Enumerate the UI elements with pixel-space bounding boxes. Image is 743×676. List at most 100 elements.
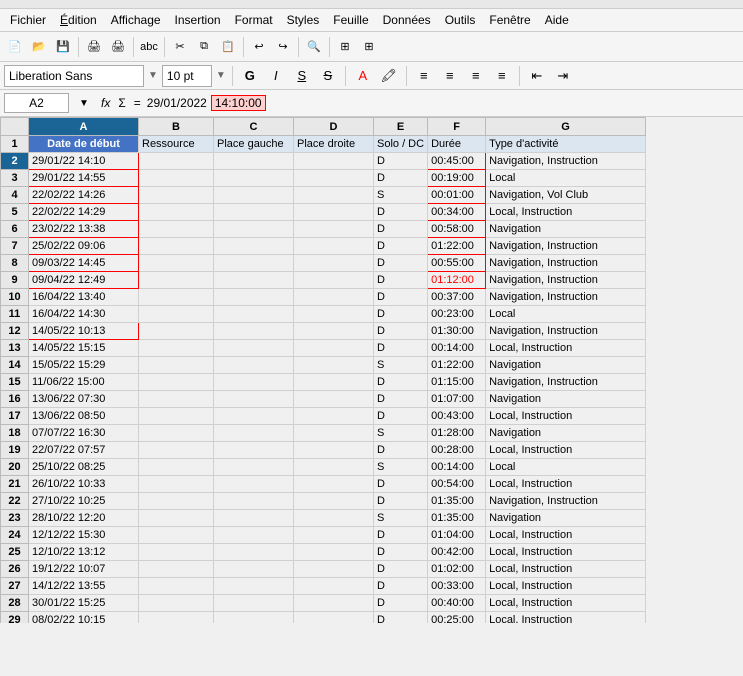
cell-r29-c4[interactable]	[294, 612, 374, 624]
cell-r19-c1[interactable]: 22/07/22 07:57	[29, 442, 139, 459]
cell-r3-c1[interactable]: 29/01/22 14:55	[29, 170, 139, 187]
strikethrough-button[interactable]: S	[317, 65, 339, 87]
cell-r8-c5[interactable]: D	[374, 255, 428, 272]
cell-r22-c5[interactable]: D	[374, 493, 428, 510]
cell-r26-c6[interactable]: 01:02:00	[428, 561, 486, 578]
cell-r24-c5[interactable]: D	[374, 527, 428, 544]
row-header-4[interactable]: 4	[1, 187, 29, 204]
indent-dec-button[interactable]: ⇤	[526, 65, 548, 87]
cell-r23-c2[interactable]	[139, 510, 214, 527]
cell-r1-c7[interactable]: Type d'activité	[486, 136, 646, 153]
cell-r20-c7[interactable]: Local	[486, 459, 646, 476]
cell-r10-c7[interactable]: Navigation, Instruction	[486, 289, 646, 306]
cell-r3-c6[interactable]: 00:19:00	[428, 170, 486, 187]
cell-r11-c2[interactable]	[139, 306, 214, 323]
menu-outils[interactable]: Outils	[439, 11, 482, 29]
cell-r21-c2[interactable]	[139, 476, 214, 493]
cell-r9-c4[interactable]	[294, 272, 374, 289]
cell-r5-c2[interactable]	[139, 204, 214, 221]
cell-r29-c7[interactable]: Local, Instruction	[486, 612, 646, 624]
cell-r9-c1[interactable]: 09/04/22 12:49	[29, 272, 139, 289]
menu-fichier[interactable]: Fichier	[4, 11, 52, 29]
cell-r6-c4[interactable]	[294, 221, 374, 238]
cell-r12-c2[interactable]	[139, 323, 214, 340]
cell-r7-c7[interactable]: Navigation, Instruction	[486, 238, 646, 255]
cell-r9-c5[interactable]: D	[374, 272, 428, 289]
cell-r26-c2[interactable]	[139, 561, 214, 578]
cell-r4-c2[interactable]	[139, 187, 214, 204]
find-button[interactable]: 🔍	[303, 36, 325, 58]
cell-r19-c7[interactable]: Local, Instruction	[486, 442, 646, 459]
cell-r12-c1[interactable]: 14/05/22 10:13	[29, 323, 139, 340]
cell-r7-c5[interactable]: D	[374, 238, 428, 255]
cell-r15-c3[interactable]	[214, 374, 294, 391]
cell-r20-c1[interactable]: 25/10/22 08:25	[29, 459, 139, 476]
cell-r22-c4[interactable]	[294, 493, 374, 510]
cell-r18-c7[interactable]: Navigation	[486, 425, 646, 442]
cell-r2-c1[interactable]: 29/01/22 14:10	[29, 153, 139, 170]
cell-r1-c2[interactable]: Ressource	[139, 136, 214, 153]
cell-r27-c4[interactable]	[294, 578, 374, 595]
cell-r6-c7[interactable]: Navigation	[486, 221, 646, 238]
cell-r26-c4[interactable]	[294, 561, 374, 578]
row-header-17[interactable]: 17	[1, 408, 29, 425]
italic-button[interactable]: I	[265, 65, 287, 87]
cell-r21-c6[interactable]: 00:54:00	[428, 476, 486, 493]
cell-r8-c7[interactable]: Navigation, Instruction	[486, 255, 646, 272]
bold-button[interactable]: G	[239, 65, 261, 87]
cell-r24-c2[interactable]	[139, 527, 214, 544]
cell-r12-c7[interactable]: Navigation, Instruction	[486, 323, 646, 340]
row-header-10[interactable]: 10	[1, 289, 29, 306]
cell-r8-c4[interactable]	[294, 255, 374, 272]
row-header-15[interactable]: 15	[1, 374, 29, 391]
cell-r16-c7[interactable]: Navigation	[486, 391, 646, 408]
cell-r21-c1[interactable]: 26/10/22 10:33	[29, 476, 139, 493]
cell-r19-c5[interactable]: D	[374, 442, 428, 459]
menu-aide[interactable]: Aide	[539, 11, 575, 29]
col-header-B[interactable]: B	[139, 118, 214, 136]
copy-button[interactable]: ⧉	[193, 36, 215, 58]
cell-r19-c3[interactable]	[214, 442, 294, 459]
menu-styles[interactable]: Styles	[281, 11, 326, 29]
cell-r5-c6[interactable]: 00:34:00	[428, 204, 486, 221]
row-header-1[interactable]: 1	[1, 136, 29, 153]
cell-r7-c2[interactable]	[139, 238, 214, 255]
cell-r13-c3[interactable]	[214, 340, 294, 357]
cell-r26-c3[interactable]	[214, 561, 294, 578]
menu-donnees[interactable]: Données	[377, 11, 437, 29]
cell-r17-c2[interactable]	[139, 408, 214, 425]
cell-r29-c3[interactable]	[214, 612, 294, 624]
cell-r25-c3[interactable]	[214, 544, 294, 561]
cell-r16-c4[interactable]	[294, 391, 374, 408]
cell-r23-c1[interactable]: 28/10/22 12:20	[29, 510, 139, 527]
row-header-23[interactable]: 23	[1, 510, 29, 527]
cell-r18-c2[interactable]	[139, 425, 214, 442]
cell-r28-c5[interactable]: D	[374, 595, 428, 612]
spelling-button[interactable]: abc	[138, 36, 160, 58]
cell-r28-c2[interactable]	[139, 595, 214, 612]
cell-r13-c6[interactable]: 00:14:00	[428, 340, 486, 357]
cell-r11-c1[interactable]: 16/04/22 14:30	[29, 306, 139, 323]
spreadsheet-container[interactable]: A B C D E F G 1Date de débutRessourcePla…	[0, 117, 743, 623]
row-header-20[interactable]: 20	[1, 459, 29, 476]
formula-dropdown-button[interactable]: ▼	[73, 92, 95, 114]
align-left-button[interactable]: ≡	[413, 65, 435, 87]
cell-r12-c6[interactable]: 01:30:00	[428, 323, 486, 340]
cell-r15-c4[interactable]	[294, 374, 374, 391]
menu-affichage[interactable]: Affichage	[105, 11, 167, 29]
cell-r10-c3[interactable]	[214, 289, 294, 306]
cell-r26-c1[interactable]: 19/12/22 10:07	[29, 561, 139, 578]
cell-r29-c5[interactable]: D	[374, 612, 428, 624]
col-grid-button[interactable]: ⊞	[334, 36, 356, 58]
cell-r7-c3[interactable]	[214, 238, 294, 255]
cell-r27-c1[interactable]: 14/12/22 13:55	[29, 578, 139, 595]
highlight-button[interactable]: 🖍	[378, 65, 400, 87]
row-header-19[interactable]: 19	[1, 442, 29, 459]
cell-r6-c2[interactable]	[139, 221, 214, 238]
cell-r29-c1[interactable]: 08/02/22 10:15	[29, 612, 139, 624]
cell-r28-c6[interactable]: 00:40:00	[428, 595, 486, 612]
cell-r3-c5[interactable]: D	[374, 170, 428, 187]
cell-r26-c7[interactable]: Local, Instruction	[486, 561, 646, 578]
cell-r27-c7[interactable]: Local, Instruction	[486, 578, 646, 595]
cell-r3-c3[interactable]	[214, 170, 294, 187]
